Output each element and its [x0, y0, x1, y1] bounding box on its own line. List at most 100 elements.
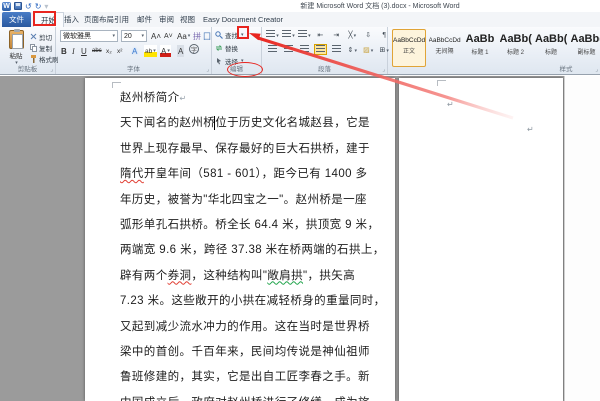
annotation-box-home-tab — [33, 11, 56, 26]
document-line[interactable]: 辟有两个券洞，这种结构叫"敞肩拱"，拱矢高 — [120, 264, 386, 289]
annotation-box-find-dropdown — [237, 26, 249, 39]
font-dialog-launcher[interactable]: ⌟ — [206, 66, 209, 73]
redo-icon[interactable]: ↻ — [35, 2, 42, 11]
margin-corner-mark — [437, 80, 446, 86]
replace-icon — [215, 45, 223, 51]
style-preview: AaBb( — [535, 33, 567, 45]
text-cursor — [214, 116, 215, 130]
phonetic-guide-icon[interactable]: 拼 — [193, 30, 201, 42]
paragraph-group: ▾ ▾ ▾ ⇤ ⇥ ╳▾ ⇩ ¶ ⇕▾ ▨▾ ⊞▾ 段落 ⌟ — [262, 27, 389, 74]
sort-button[interactable]: ⇩ — [362, 30, 375, 41]
cut-button[interactable]: 剪切 — [30, 31, 59, 42]
pilcrow-mark: ↵ — [527, 125, 534, 134]
pilcrow-mark: ↵ — [447, 100, 454, 109]
decrease-indent-button[interactable]: ⇤ — [314, 30, 327, 41]
title-bar: W ↺ ↻ ▾ 新建 Microsoft Word 文档 (3).docx - … — [0, 0, 600, 12]
align-left-button[interactable] — [266, 45, 279, 56]
superscript-button[interactable]: x² — [117, 45, 122, 57]
strikethrough-button[interactable]: abc — [92, 45, 102, 57]
style-name: 正文 — [402, 49, 415, 55]
document-line[interactable]: 7.23 米。这些敞开的小拱在减轻桥身的重量同时， — [120, 289, 386, 314]
numbering-button[interactable]: ▾ — [282, 30, 295, 41]
shrink-font-button[interactable]: A˅ — [164, 30, 173, 42]
style-preview: AaBb( — [570, 33, 600, 45]
qat-customize-icon[interactable]: ▾ — [44, 2, 48, 11]
scissors-icon — [30, 33, 37, 40]
document-line[interactable]: 鲁班修建的，其实，它是出自工匠李春之手。新 — [120, 365, 386, 390]
style-card-副标题[interactable]: AaBb(副标题 — [570, 29, 600, 67]
character-border-icon[interactable]: 囗 — [203, 30, 211, 42]
styles-group: AaBbCcDd 正文 AaBbCcDd 无间隔 AaBb 标题 1 AaBb(标题 2 Aa… — [388, 27, 600, 74]
font-group-label: 字体 — [127, 66, 140, 73]
font-color-button[interactable]: A ▾ — [160, 45, 171, 57]
scrollbar-track[interactable] — [564, 76, 600, 401]
bold-button[interactable]: B — [61, 45, 67, 57]
replace-button[interactable]: 替换 — [215, 42, 238, 54]
font-group: 微软雅黑 ▾ 20 ▾ A˄ A˅ Aa ▾ 拼 囗 B I U abc x₂ x² … — [56, 27, 212, 74]
font-name-combo[interactable]: 微软雅黑 ▾ — [60, 30, 118, 42]
style-card-标题 2[interactable]: AaBb( 标题 2 — [499, 29, 533, 67]
quick-access-toolbar: W ↺ ↻ ▾ — [2, 1, 48, 11]
font-size-combo[interactable]: 20 ▾ — [121, 30, 147, 42]
character-shading-button[interactable]: A — [177, 45, 185, 57]
undo-icon[interactable]: ↺ — [25, 2, 32, 11]
paste-label: 粘贴 — [9, 53, 23, 60]
document-line[interactable]: 弧形单孔石拱桥。桥全长 64.4 米，拱顶宽 9 米， — [120, 213, 386, 238]
annotation-ellipse-editing-label — [227, 62, 263, 77]
style-name: 标题 2 — [506, 50, 524, 56]
tab-file[interactable]: 文件 — [2, 12, 31, 27]
copy-button[interactable]: 复制 — [30, 42, 59, 53]
document-line[interactable]: 世界上现存最早、保存最好的巨大石拱桥，建于 — [120, 137, 386, 162]
style-preview: AaBb( — [499, 33, 532, 45]
text-effects-button[interactable]: A — [132, 45, 137, 57]
style-card-标题 1[interactable]: AaBb 标题 1 — [463, 29, 497, 67]
style-name: 标题 1 — [471, 50, 489, 56]
document-line[interactable]: 梁中的首创。千百年来，民间均传说是神仙祖师 — [120, 340, 386, 365]
styles-group-label: 样式 — [559, 66, 573, 73]
paragraph-group-label: 段落 — [318, 66, 331, 73]
style-card-正文[interactable]: AaBbCcDd 正文 — [392, 29, 426, 67]
word-logo-icon[interactable]: W — [2, 1, 11, 11]
document-page-1[interactable]: 赵州桥简介↵ 天下闻名的赵州桥位于历史文化名城赵县，它是 世界上现存最早、保存最好的… — [85, 78, 395, 401]
style-name: 无间隔 — [435, 49, 454, 55]
copy-icon — [30, 43, 37, 52]
align-right-button[interactable] — [298, 45, 311, 56]
style-card-无间隔[interactable]: AaBbCcDd 无间隔 — [428, 29, 462, 67]
document-workspace: 赵州桥简介↵ 天下闻名的赵州桥位于历史文化名城赵县，它是 世界上现存最早、保存最好的… — [0, 76, 600, 401]
align-center-button[interactable] — [282, 45, 295, 56]
justify-button[interactable] — [313, 44, 327, 55]
tab-Easy Document Creator[interactable]: Easy Document Creator — [196, 12, 290, 27]
italic-button[interactable]: I — [72, 45, 75, 57]
document-line[interactable]: 年历史，被誉为"华北四宝之一"。赵州桥是一座 — [120, 188, 386, 213]
document-page-2[interactable]: ↵ ↵ — [399, 78, 563, 401]
style-preview: AaBb — [465, 33, 495, 45]
style-preview: AaBbCcDd — [428, 37, 461, 44]
paragraph-dialog-launcher[interactable]: ⌟ — [382, 66, 385, 73]
highlight-color-button[interactable]: ab ▾ — [144, 45, 157, 57]
document-line[interactable]: 又起到减少流水冲力的作用。这在当时是世界桥 — [120, 315, 386, 340]
document-line[interactable]: 两端宽 9.6 米，跨径 37.38 米在桥两端的石拱上， — [120, 238, 386, 263]
document-text[interactable]: 赵州桥简介↵ 天下闻名的赵州桥位于历史文化名城赵县，它是 世界上现存最早、保存最好的… — [120, 86, 386, 401]
multilevel-list-button[interactable]: ▾ — [298, 30, 311, 41]
enclose-characters-button[interactable]: 字 — [189, 44, 199, 54]
asian-layout-button[interactable]: ╳▾ — [346, 30, 359, 41]
bullets-button[interactable]: ▾ — [266, 30, 279, 41]
document-line[interactable]: 赵州桥简介↵ — [120, 86, 386, 111]
grow-font-button[interactable]: A˄ — [151, 30, 161, 42]
styles-dialog-launcher[interactable]: ⌟ — [595, 66, 598, 73]
style-card-标题[interactable]: AaBb(标题 — [534, 29, 568, 67]
line-spacing-button[interactable]: ⇕▾ — [346, 45, 359, 56]
change-case-button[interactable]: Aa ▾ — [177, 30, 190, 42]
document-line[interactable]: 中国成立后，政府对赵州桥进行了修缮，成为旅 — [120, 391, 386, 401]
shading-button[interactable]: ▨▾ — [362, 45, 375, 56]
document-line[interactable]: 隋代开皇年间（581 - 601），距今已有 1400 多 — [120, 162, 386, 187]
subscript-button[interactable]: x₂ — [106, 45, 112, 57]
clipboard-dialog-launcher[interactable]: ⌟ — [50, 66, 53, 73]
clipboard-group: 粘贴 ▾ 剪切 复制 格式刷 剪贴板 ⌟ — [0, 27, 59, 74]
save-icon[interactable] — [14, 2, 22, 10]
increase-indent-button[interactable]: ⇥ — [330, 30, 343, 41]
document-line[interactable]: 天下闻名的赵州桥位于历史文化名城赵县，它是 — [120, 111, 386, 136]
distribute-button[interactable] — [330, 45, 343, 56]
underline-button[interactable]: U — [81, 45, 87, 57]
ribbon-tab-row: 文件 开始 插入 页面布局 引用 邮件 审阅 视图 Easy Document Creator — [0, 12, 600, 27]
